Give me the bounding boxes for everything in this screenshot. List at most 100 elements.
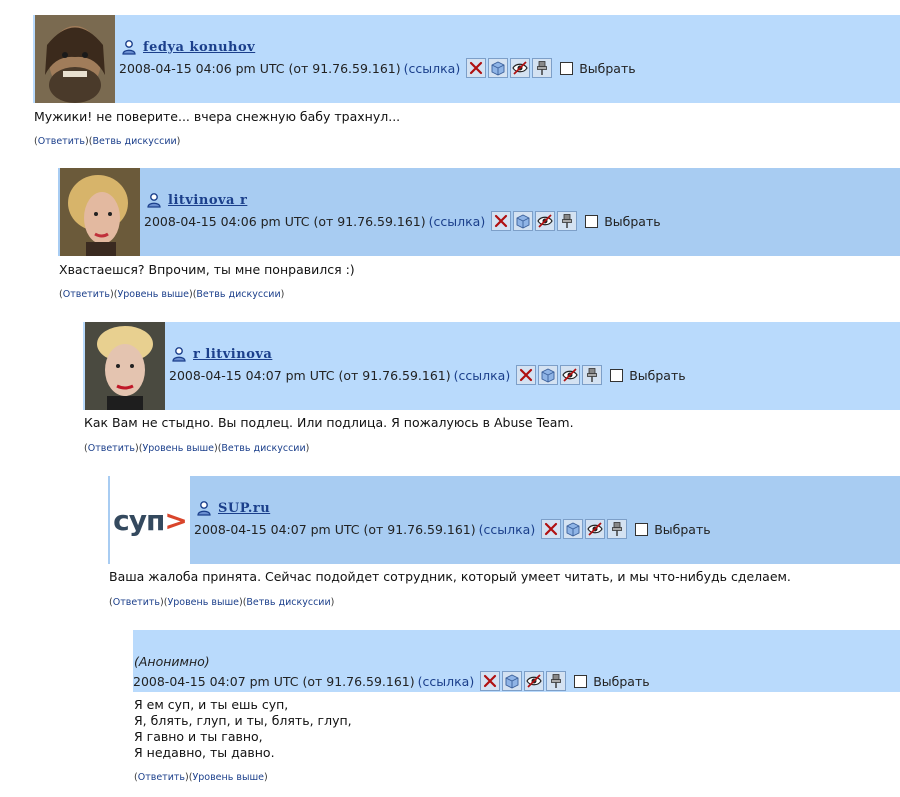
select-checkbox[interactable] [560,61,574,75]
comment-header: (Анонимно) 2008-04-15 04:07 pm UTC (от 9… [133,630,900,692]
parent-link[interactable]: Уровень выше [142,443,214,454]
hide-button[interactable] [535,211,556,231]
select-label: Выбрать [629,367,686,383]
pin-icon [559,213,575,229]
reply-link[interactable]: Ответить [113,597,160,608]
parent-link[interactable]: Уровень выше [117,289,189,300]
thread-link[interactable]: Ветвь дискуссии [221,443,305,454]
comment-header: r litvinova 2008-04-15 04:07 pm UTC (от … [83,322,900,410]
parent-link[interactable]: Уровень выше [167,597,239,608]
user-icon [146,192,162,208]
reply-link[interactable]: Ответить [63,289,110,300]
comment-ip: (от 91.76.59.161) [363,521,476,537]
pin-icon [584,367,600,383]
box-icon [515,213,531,229]
username-link[interactable]: r litvinova [193,347,272,362]
sup-logo: суп> [113,503,188,537]
comment-time: 2008-04-15 04:07 pm UTC [133,673,299,689]
eye-hidden-icon [526,673,542,689]
thread-link[interactable]: Ветвь дискуссии [246,597,330,608]
comment-3: r litvinova 2008-04-15 04:07 pm UTC (от … [83,322,900,462]
hide-button[interactable] [524,671,545,691]
screen-button[interactable] [538,365,559,385]
comment-text: Я ем суп, и ты ешь суп, Я, блять, глуп, … [134,697,352,760]
avatar [35,15,115,103]
eye-hidden-icon [562,367,578,383]
hide-button[interactable] [560,365,581,385]
box-icon [490,60,506,76]
reply-link[interactable]: Ответить [138,772,185,783]
pin-button[interactable] [582,365,603,385]
delete-button[interactable] [516,365,537,385]
hide-button[interactable] [585,519,606,539]
comment-time: 2008-04-15 04:07 pm UTC [194,521,360,537]
select-checkbox[interactable] [585,214,599,228]
comment-ip: (от 91.76.59.161) [338,367,451,383]
user-icon [171,346,187,362]
comment-actions: (Ответить)(Ветвь дискуссии) [34,136,181,147]
select-checkbox[interactable] [574,674,588,688]
user-icon [121,39,137,55]
pin-button[interactable] [607,519,628,539]
permalink[interactable]: (ссылка) [479,522,536,537]
red-x-icon [468,60,484,76]
comment-1: fedya konuhov 2008-04-15 04:06 pm UTC (о… [33,15,900,155]
permalink[interactable]: (ссылка) [454,368,511,383]
reply-link[interactable]: Ответить [88,443,135,454]
screen-button[interactable] [488,58,509,78]
comment-ip: (от 91.76.59.161) [288,60,401,76]
comment-text: Как Вам не стыдно. Вы подлец. Или подлиц… [84,415,574,430]
pin-button[interactable] [546,671,567,691]
pin-button[interactable] [532,58,553,78]
avatar [85,322,165,410]
screen-button[interactable] [502,671,523,691]
delete-button[interactable] [480,671,501,691]
permalink[interactable]: (ссылка) [404,61,461,76]
thread-link[interactable]: Ветвь дискуссии [196,289,280,300]
reply-link[interactable]: Ответить [38,136,85,147]
red-x-icon [482,673,498,689]
red-x-icon [518,367,534,383]
parent-link[interactable]: Уровень выше [192,772,264,783]
comment-header: суп> SUP.ru 2008-04-15 04:07 pm UTC (от … [108,476,900,564]
pin-icon [548,673,564,689]
delete-button[interactable] [541,519,562,539]
delete-button[interactable] [466,58,487,78]
permalink[interactable]: (ссылка) [418,674,475,689]
avatar: суп> [110,476,190,564]
screen-button[interactable] [513,211,534,231]
comment-ip: (от 91.76.59.161) [313,213,426,229]
box-icon [504,673,520,689]
select-label: Выбрать [604,213,661,229]
comment-actions: (Ответить)(Уровень выше) [134,772,268,783]
select-checkbox[interactable] [610,368,624,382]
comment-time: 2008-04-15 04:07 pm UTC [169,367,335,383]
comment-text: Мужики! не поверите... вчера снежную баб… [34,109,401,124]
comment-actions: (Ответить)(Уровень выше)(Ветвь дискуссии… [109,597,335,608]
comment-2: litvinova r 2008-04-15 04:06 pm UTC (от … [58,168,900,308]
hide-button[interactable] [510,58,531,78]
box-icon [565,521,581,537]
box-icon [540,367,556,383]
comment-4: суп> SUP.ru 2008-04-15 04:07 pm UTC (от … [108,476,900,616]
comment-header: litvinova r 2008-04-15 04:06 pm UTC (от … [58,168,900,256]
comment-actions: (Ответить)(Уровень выше)(Ветвь дискуссии… [84,443,310,454]
red-x-icon [543,521,559,537]
comment-ip: (от 91.76.59.161) [302,673,415,689]
thread-link[interactable]: Ветвь дискуссии [92,136,176,147]
comment-text: Хвастаешся? Впрочим, ты мне понравился :… [59,262,355,277]
select-checkbox[interactable] [635,522,649,536]
comment-header: fedya konuhov 2008-04-15 04:06 pm UTC (о… [33,15,900,103]
username-link[interactable]: litvinova r [168,193,247,208]
pin-button[interactable] [557,211,578,231]
pin-icon [609,521,625,537]
eye-hidden-icon [587,521,603,537]
permalink[interactable]: (ссылка) [429,214,486,229]
username-link[interactable]: fedya konuhov [143,40,255,55]
username-link[interactable]: SUP.ru [218,501,270,516]
delete-button[interactable] [491,211,512,231]
eye-hidden-icon [537,213,553,229]
screen-button[interactable] [563,519,584,539]
comment-text: Ваша жалоба принята. Сейчас подойдет сот… [109,569,791,584]
select-label: Выбрать [579,60,636,76]
